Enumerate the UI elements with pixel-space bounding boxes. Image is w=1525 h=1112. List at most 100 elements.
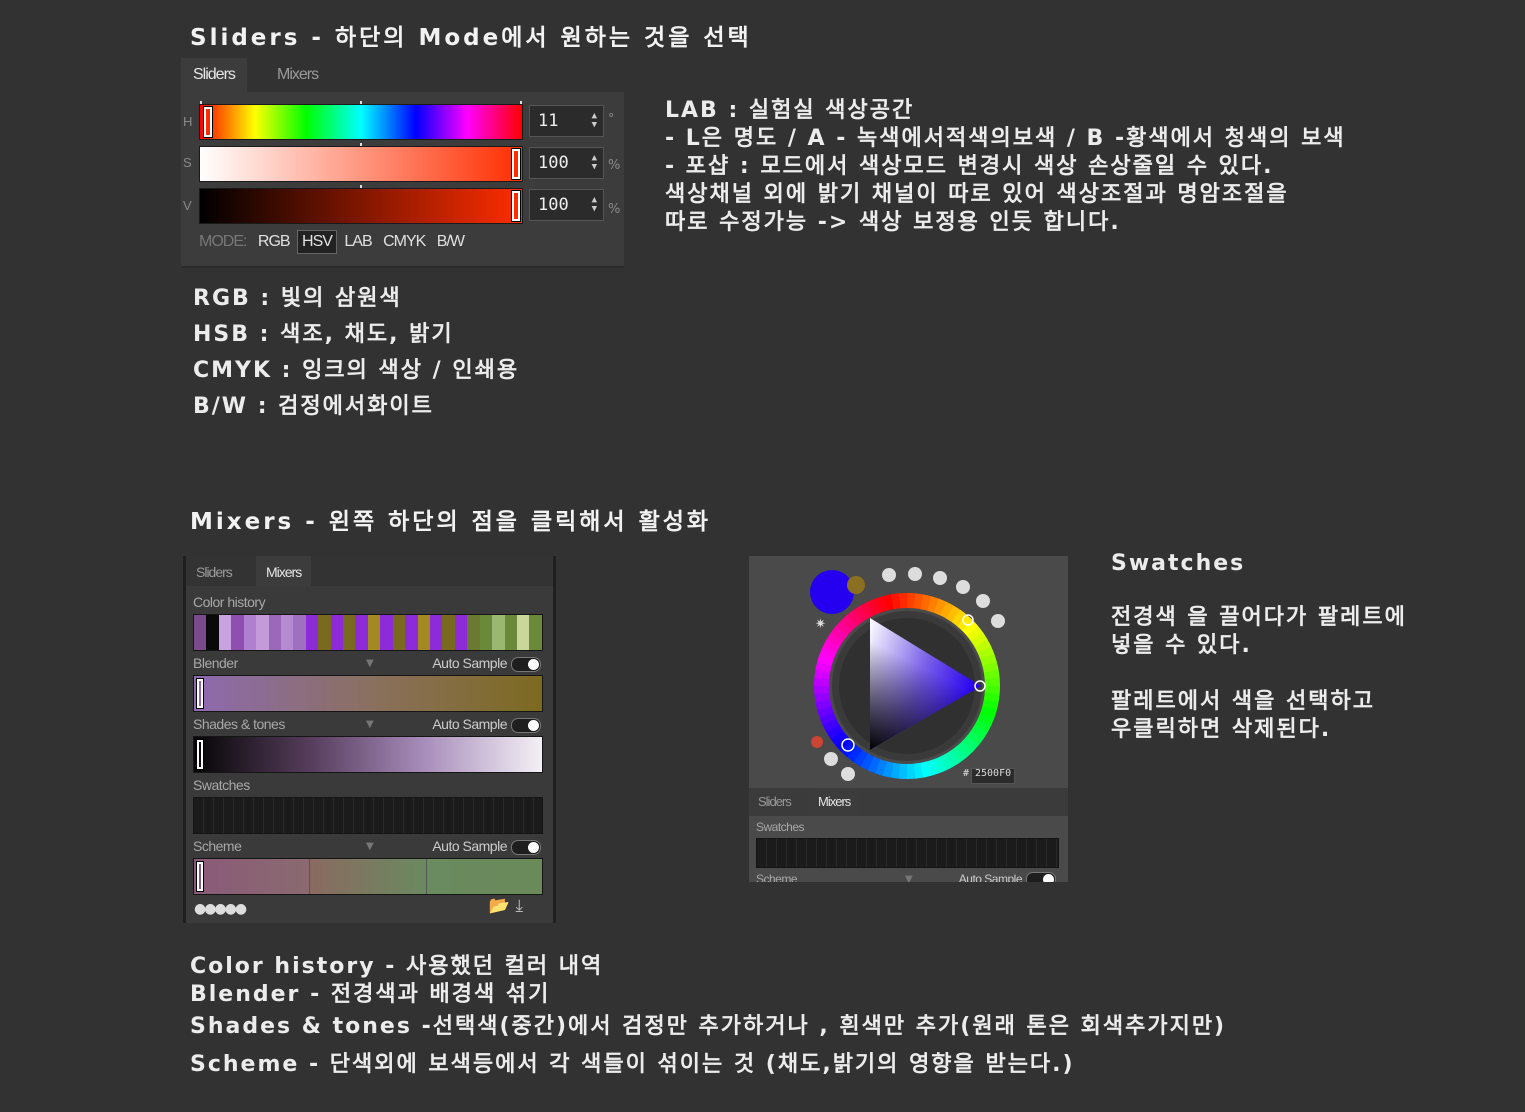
scheme-auto-sample-toggle[interactable] [1026, 872, 1056, 882]
color-history-swatch[interactable] [318, 615, 331, 650]
color-history-swatch[interactable] [392, 615, 406, 650]
color-history-strip[interactable] [193, 614, 543, 651]
hue-value-field[interactable]: 11 ▲ ▼ [529, 105, 604, 137]
blender-dropdown-icon[interactable]: ▼ [366, 658, 374, 669]
mixer-mode-dots[interactable]: ●●●●● [194, 901, 247, 917]
mode-icon[interactable] [956, 580, 970, 594]
color-history-swatch[interactable] [467, 615, 480, 650]
auto-sample-label: Auto Sample [958, 872, 1023, 882]
saturation-value-field[interactable]: 100 ▲ ▼ [529, 147, 604, 179]
color-history-swatch[interactable] [442, 615, 455, 650]
hue-ring-segment[interactable] [814, 685, 830, 695]
brightness-spinner-icon[interactable]: ▲ ▼ [592, 196, 597, 214]
saturation-slider-thumb[interactable] [511, 148, 521, 180]
color-history-swatch[interactable] [479, 615, 493, 650]
color-history-swatch[interactable] [194, 615, 207, 650]
shades-dropdown-icon[interactable]: ▼ [366, 719, 374, 730]
background-swatch[interactable] [847, 576, 865, 594]
color-history-swatch[interactable] [405, 615, 418, 650]
brightness-value-field[interactable]: 100 ▲ ▼ [529, 189, 604, 221]
mode-cmyk-button[interactable]: CMYK [379, 231, 429, 253]
scheme-auto-sample[interactable]: Auto Sample [432, 838, 541, 855]
color-history-swatch[interactable] [380, 615, 393, 650]
scheme-auto-sample[interactable]: Auto Sample [959, 872, 1056, 882]
mode-rgb-button[interactable]: RGB [254, 231, 294, 253]
hue-unit: ° [608, 112, 615, 127]
tab-sliders[interactable]: Sliders [749, 788, 800, 816]
blender-auto-sample[interactable]: Auto Sample [432, 655, 541, 672]
color-history-swatch[interactable] [280, 615, 294, 650]
blender-thumb[interactable] [196, 678, 204, 709]
color-history-swatch[interactable] [293, 615, 306, 650]
mode-icon[interactable] [933, 571, 947, 585]
mode-icon[interactable] [908, 567, 922, 581]
foreground-swatch[interactable] [810, 570, 854, 614]
mode-icon[interactable] [882, 568, 896, 582]
color-history-swatch[interactable] [305, 615, 319, 650]
color-history-swatch[interactable] [367, 615, 381, 650]
settings-icon[interactable] [824, 752, 838, 766]
blender-strip[interactable] [193, 675, 543, 712]
color-history-swatch[interactable] [516, 615, 530, 650]
scheme-label: Scheme [193, 838, 242, 854]
mode-bw-button[interactable]: B/W [433, 231, 468, 253]
reset-icon[interactable] [841, 767, 855, 781]
tab-mixers[interactable]: Mixers [809, 788, 860, 816]
hue-spinner-icon[interactable]: ▲ ▼ [592, 112, 597, 130]
folder-icon[interactable]: 📂 [489, 896, 510, 916]
color-history-swatch[interactable] [529, 615, 542, 650]
color-history-swatch[interactable] [417, 615, 431, 650]
sun-icon[interactable]: ✷ [815, 617, 826, 632]
tab-sliders[interactable]: Sliders [181, 58, 247, 92]
swatches-grid[interactable] [193, 797, 543, 834]
color-history-swatch[interactable] [492, 615, 505, 650]
tab-sliders[interactable]: Sliders [186, 556, 242, 586]
blender-auto-sample-toggle[interactable] [511, 656, 541, 672]
shades-thumb[interactable] [196, 739, 204, 770]
mode-icon[interactable] [991, 614, 1005, 628]
swatches-note-line: 넣을 수 있다. [1111, 633, 1252, 658]
brightness-slider-thumb[interactable] [511, 190, 521, 222]
hue-slider-thumb[interactable] [203, 106, 213, 138]
color-history-swatch[interactable] [430, 615, 443, 650]
color-history-swatch[interactable] [454, 615, 468, 650]
color-history-swatch[interactable] [343, 615, 356, 650]
shades-auto-sample-toggle[interactable] [511, 717, 541, 733]
shades-auto-sample[interactable]: Auto Sample [432, 716, 541, 733]
scheme-dropdown-icon[interactable]: ▼ [366, 841, 374, 852]
rgb-picker-icon[interactable] [811, 736, 823, 748]
scheme-strip[interactable] [193, 858, 543, 895]
mode-bar: MODE: RGB HSV LAB CMYK B/W [199, 230, 468, 256]
color-history-swatch[interactable] [243, 615, 257, 650]
color-history-swatch[interactable] [268, 615, 281, 650]
mode-hsv-button[interactable]: HSV [297, 230, 337, 254]
scheme-thumb[interactable] [196, 861, 204, 892]
color-history-swatch[interactable] [355, 615, 368, 650]
hue-slider[interactable] [199, 101, 523, 140]
brightness-slider[interactable] [199, 185, 523, 224]
swatches-grid[interactable] [756, 838, 1059, 868]
hue-ring-segment[interactable] [898, 593, 908, 609]
shades-tones-strip[interactable] [193, 736, 543, 773]
saturation-spinner-icon[interactable]: ▲ ▼ [592, 154, 597, 172]
tab-mixers[interactable]: Mixers [256, 556, 312, 586]
swatches-note-line: 전경색 을 끌어다가 팔레트에 [1111, 605, 1407, 630]
value-label: V [183, 198, 192, 213]
hue-ring-segment[interactable] [906, 763, 916, 779]
scheme-dropdown-icon[interactable]: ▼ [905, 874, 913, 882]
color-history-swatch[interactable] [218, 615, 232, 650]
mode-lab-button[interactable]: LAB [340, 231, 375, 253]
color-history-swatch[interactable] [206, 615, 219, 650]
download-icon[interactable]: ⤓ [515, 896, 523, 916]
hue-ring-segment[interactable] [984, 677, 1000, 687]
color-history-swatch[interactable] [330, 615, 344, 650]
mode-icon[interactable] [976, 594, 990, 608]
saturation-slider[interactable] [199, 143, 523, 182]
scheme-auto-sample-toggle[interactable] [511, 839, 541, 855]
lab-note-line: - L은 명도 / A - 녹색에서적색의보색 / B -황색에서 청색의 보색 [665, 126, 1346, 151]
color-wheel[interactable]: ✷ [749, 556, 1068, 788]
tab-mixers[interactable]: Mixers [265, 58, 330, 92]
color-history-swatch[interactable] [256, 615, 269, 650]
color-history-swatch[interactable] [231, 615, 244, 650]
color-history-swatch[interactable] [504, 615, 517, 650]
